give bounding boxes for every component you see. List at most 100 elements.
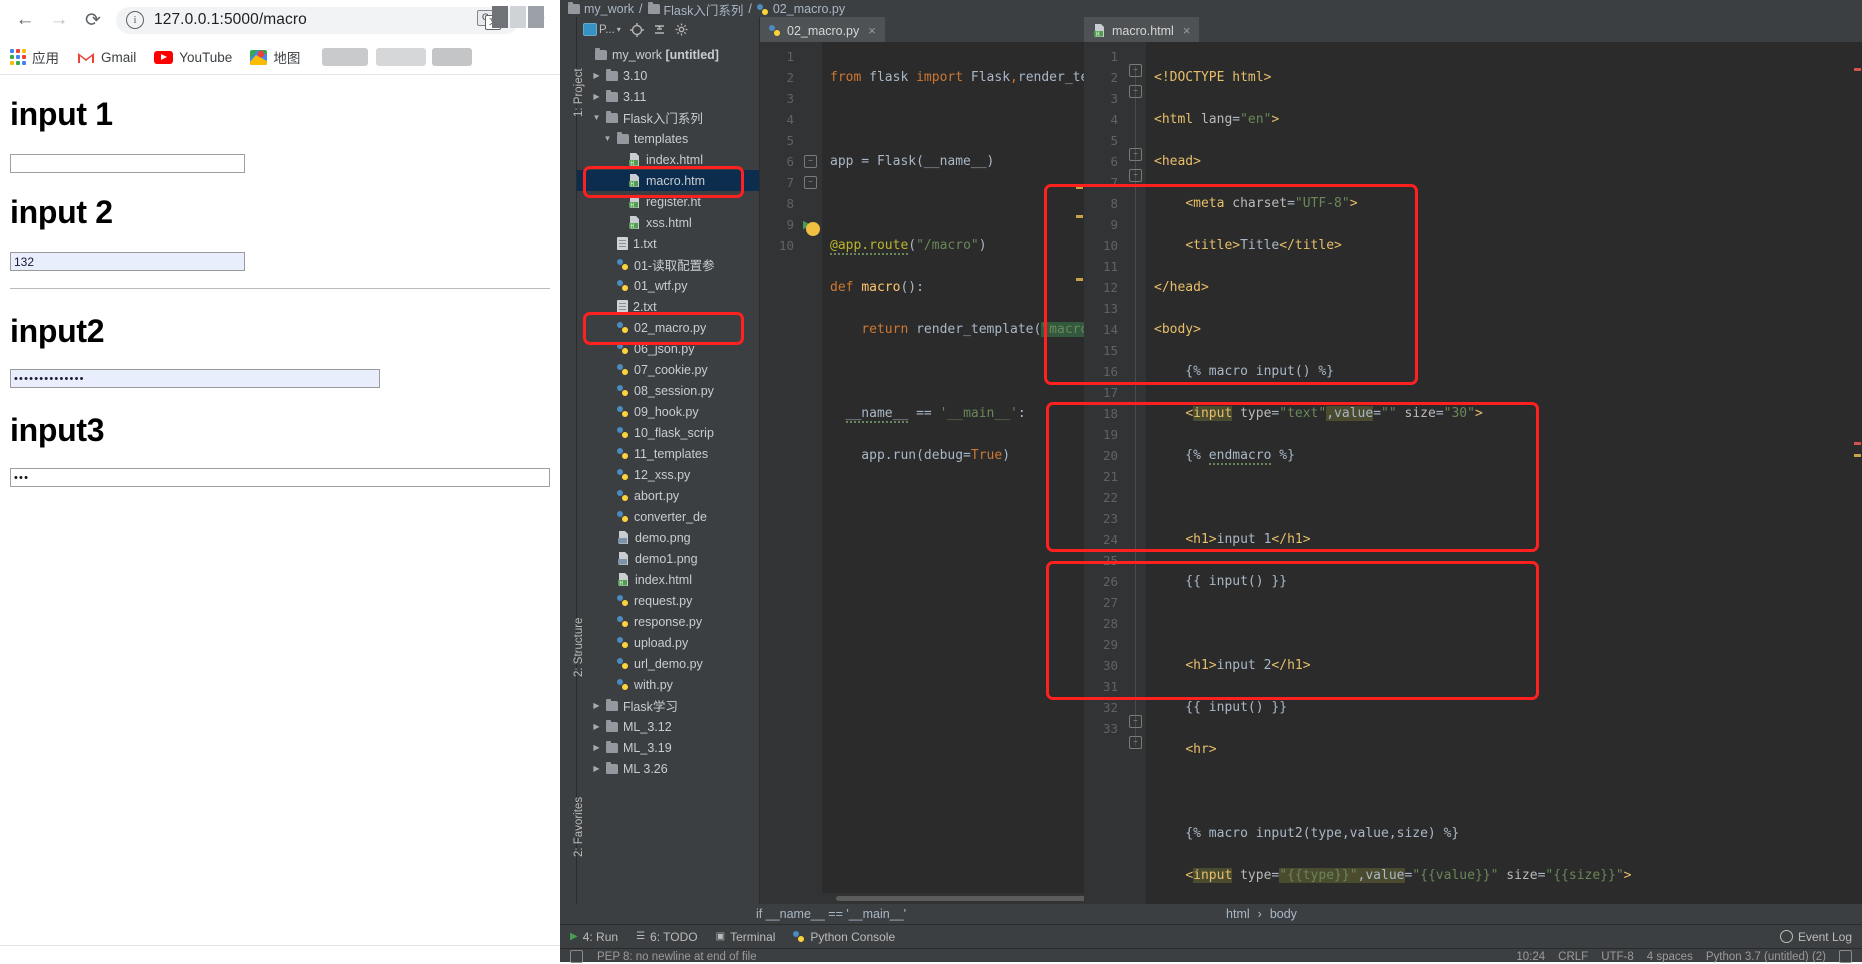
fold-icon[interactable]: − bbox=[1129, 169, 1142, 182]
input2-password-field[interactable]: •••••••••••••• bbox=[10, 369, 380, 388]
breadcrumb-item[interactable]: Flask入门系列 bbox=[664, 0, 744, 18]
tree-item[interactable]: 1.txt bbox=[577, 233, 759, 254]
tree-item[interactable]: Hregister.ht bbox=[577, 191, 759, 212]
fold-icon[interactable]: − bbox=[804, 176, 817, 189]
tool-python-console[interactable]: Python Console bbox=[793, 930, 895, 944]
python-scrollbar[interactable] bbox=[1075, 42, 1084, 893]
bookmark-youtube[interactable]: YouTube bbox=[154, 50, 232, 65]
inspection-icon[interactable] bbox=[570, 950, 583, 963]
locate-file-icon[interactable] bbox=[629, 22, 644, 37]
gutter-marks-html[interactable]: − − − − − − bbox=[1124, 42, 1146, 904]
tree-item[interactable]: my_work [untitled] bbox=[577, 44, 759, 65]
fold-icon[interactable]: − bbox=[1129, 85, 1142, 98]
bookmark-gmail[interactable]: Gmail bbox=[77, 50, 136, 65]
tree-item[interactable]: ▶ ML_3.19 bbox=[577, 737, 759, 758]
python-hscrollbar[interactable] bbox=[760, 893, 1106, 904]
project-view-selector[interactable]: P... ▾ bbox=[583, 23, 621, 36]
status-line-separator[interactable]: CRLF bbox=[1558, 951, 1588, 963]
twisty-icon[interactable]: ▶ bbox=[592, 71, 601, 80]
tree-item[interactable]: demo.png bbox=[577, 527, 759, 548]
twisty-icon[interactable]: ▶ bbox=[592, 764, 601, 773]
tree-item[interactable]: request.py bbox=[577, 590, 759, 611]
tree-item[interactable]: 01-读取配置参 bbox=[577, 254, 759, 275]
fold-icon[interactable]: − bbox=[804, 155, 817, 168]
project-file-tree[interactable]: my_work [untitled] ▶ 3.10 ▶ 3.11 ▼ Flask入门系列 ▼ t… bbox=[577, 42, 759, 904]
status-interpreter[interactable]: Python 3.7 (untitled) (2) bbox=[1706, 951, 1826, 963]
tree-item[interactable]: response.py bbox=[577, 611, 759, 632]
tree-item[interactable]: Hxss.html bbox=[577, 212, 759, 233]
tree-item[interactable]: url_demo.py bbox=[577, 653, 759, 674]
tree-item[interactable]: abort.py bbox=[577, 485, 759, 506]
tab-macro-html[interactable]: H macro.html × bbox=[1084, 17, 1200, 42]
back-button[interactable]: ← bbox=[8, 3, 42, 37]
status-indent[interactable]: 4 spaces bbox=[1647, 951, 1693, 963]
tool-todo[interactable]: ☰ 6: TODO bbox=[636, 930, 698, 944]
html-code-area[interactable]: 1 2 3 4 5 6 7 8 9 10 11 12 13 14 15 16 17 18 19 20 21 22 23 24 2… bbox=[1084, 42, 1862, 904]
tree-item[interactable]: Hmacro.htm bbox=[577, 170, 759, 191]
site-info-icon[interactable]: i bbox=[126, 11, 144, 29]
breadcrumb-item[interactable]: 02_macro.py bbox=[773, 2, 845, 16]
tree-item[interactable]: 11_templates bbox=[577, 443, 759, 464]
html-crumb-body[interactable]: body bbox=[1270, 907, 1297, 921]
tree-item[interactable]: 06_json.py bbox=[577, 338, 759, 359]
tree-item[interactable]: demo1.png bbox=[577, 548, 759, 569]
tab-02-macro-py[interactable]: 02_macro.py × bbox=[760, 17, 885, 42]
collapse-all-icon[interactable] bbox=[653, 23, 666, 36]
tool-terminal[interactable]: ▣ Terminal bbox=[716, 930, 776, 944]
event-log-button[interactable]: Event Log bbox=[1779, 930, 1852, 944]
twisty-icon[interactable]: ▶ bbox=[592, 722, 601, 731]
input3-password-field[interactable]: ••• bbox=[10, 468, 550, 487]
tree-item[interactable]: Hindex.html bbox=[577, 569, 759, 590]
tree-item[interactable]: Hindex.html bbox=[577, 149, 759, 170]
gutter-marks-python[interactable]: − − ▶ bbox=[800, 42, 822, 893]
tree-item[interactable]: ▼ Flask入门系列 bbox=[577, 107, 759, 128]
fold-icon[interactable]: − bbox=[1129, 64, 1142, 77]
tree-item[interactable]: ▶ ML 3.26 bbox=[577, 758, 759, 779]
close-icon[interactable]: × bbox=[1183, 23, 1191, 38]
tree-item[interactable]: ▶ Flask学习 bbox=[577, 695, 759, 716]
tree-item[interactable]: ▶ ML_3.12 bbox=[577, 716, 759, 737]
intention-bulb-icon[interactable] bbox=[806, 222, 820, 236]
twisty-icon[interactable]: ▶ bbox=[592, 743, 601, 752]
tree-item[interactable]: ▼ templates bbox=[577, 128, 759, 149]
tree-item-label: 12_xss.py bbox=[634, 467, 691, 482]
breadcrumb-item[interactable]: my_work bbox=[584, 2, 634, 16]
input-2-field[interactable]: 132 bbox=[10, 252, 245, 271]
tree-item[interactable]: 01_wtf.py bbox=[577, 275, 759, 296]
html-crumb-html[interactable]: html bbox=[1226, 907, 1250, 921]
status-encoding[interactable]: UTF-8 bbox=[1601, 951, 1634, 963]
favorites-tool-label[interactable]: 2: Favorites bbox=[573, 797, 585, 857]
tree-item[interactable]: 08_session.py bbox=[577, 380, 759, 401]
address-bar[interactable]: i 127.0.0.1:5000/macro G文 bbox=[116, 6, 519, 34]
twisty-icon[interactable]: ▶ bbox=[592, 92, 601, 101]
python-code-area[interactable]: 12345678910 − − ▶ from flask import Flas… bbox=[760, 42, 1084, 893]
status-caret-position[interactable]: 10:24 bbox=[1516, 951, 1545, 963]
fold-icon[interactable]: − bbox=[1129, 148, 1142, 161]
tree-item[interactable]: 10_flask_scrip bbox=[577, 422, 759, 443]
bookmark-apps[interactable]: 应用 bbox=[10, 47, 59, 67]
tree-item[interactable]: ▶ 3.11 bbox=[577, 86, 759, 107]
bookmark-maps[interactable]: 地图 bbox=[250, 47, 300, 67]
lock-icon[interactable] bbox=[1839, 950, 1852, 963]
tree-item[interactable]: with.py bbox=[577, 674, 759, 695]
tree-item[interactable]: 09_hook.py bbox=[577, 401, 759, 422]
reload-button[interactable]: ⟳ bbox=[76, 3, 110, 37]
tree-item[interactable]: converter_de bbox=[577, 506, 759, 527]
tree-item[interactable]: 07_cookie.py bbox=[577, 359, 759, 380]
close-icon[interactable]: × bbox=[868, 23, 876, 38]
gear-icon[interactable] bbox=[675, 23, 688, 36]
tree-item[interactable]: 12_xss.py bbox=[577, 464, 759, 485]
twisty-icon[interactable]: ▼ bbox=[592, 113, 601, 122]
twisty-icon[interactable]: ▼ bbox=[603, 134, 612, 143]
tree-item[interactable]: upload.py bbox=[577, 632, 759, 653]
fold-icon[interactable]: − bbox=[1129, 715, 1142, 728]
fold-icon[interactable]: − bbox=[1129, 736, 1142, 749]
html-scrollbar[interactable] bbox=[1853, 42, 1862, 904]
tool-run[interactable]: ▶ 4: Run bbox=[570, 930, 618, 944]
tree-item[interactable]: 02_macro.py bbox=[577, 317, 759, 338]
twisty-icon[interactable]: ▶ bbox=[592, 701, 601, 710]
input-1-field[interactable] bbox=[10, 154, 245, 173]
tree-item[interactable]: 2.txt bbox=[577, 296, 759, 317]
forward-button[interactable]: → bbox=[42, 3, 76, 37]
tree-item[interactable]: ▶ 3.10 bbox=[577, 65, 759, 86]
